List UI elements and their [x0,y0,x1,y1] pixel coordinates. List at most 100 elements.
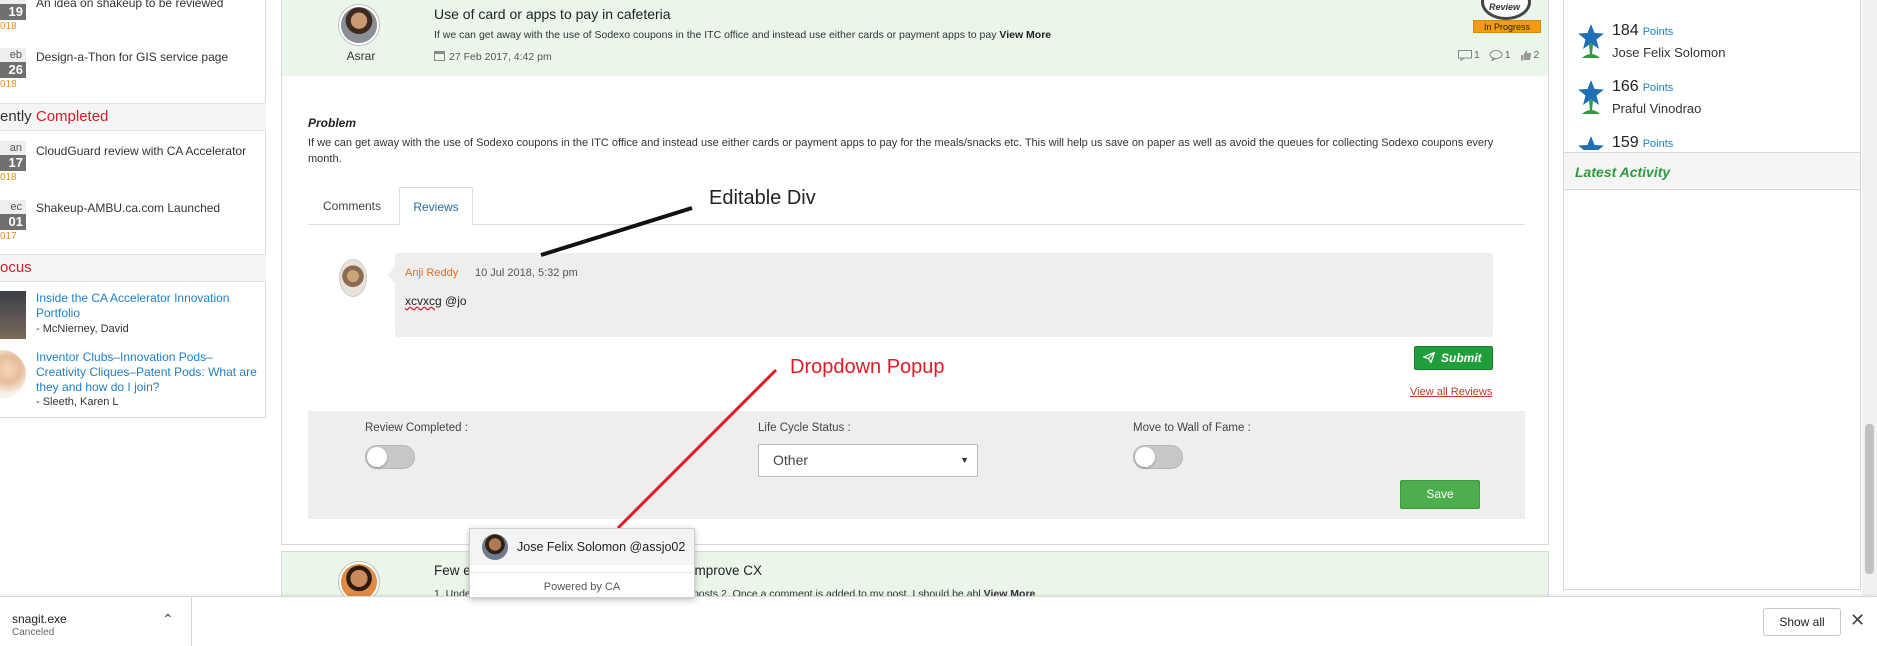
article-thumbnail [0,350,26,398]
wall-of-fame-toggle[interactable] [1133,445,1183,469]
focus-article[interactable]: Inside the CA Accelerator Innovation Por… [0,291,266,341]
author-name[interactable]: Asrar [339,49,383,63]
tab-comments[interactable]: Comments [308,187,396,225]
article-link[interactable]: Inside the CA Accelerator Innovation Por… [36,291,258,321]
comment-count-value: 1 [1474,49,1480,61]
submit-label: Submit [1441,351,1482,365]
upcoming-event[interactable]: eb 19 018 An idea on shakeup to be revie… [0,0,266,34]
rank-star-icon [1578,136,1604,150]
points-value: 159 Points [1612,134,1673,150]
date-month: an [0,141,26,155]
points-value: 184 Points [1612,22,1673,40]
article-link[interactable]: Inventor Clubs–Innovation Pods–Creativit… [36,350,258,395]
leaderboard-entry[interactable]: 184 Points Jose Felix Solomon [1564,20,1860,76]
mention-dropdown: Jose Felix Solomon @assjo02 Powered by C… [469,528,695,598]
wall-of-fame-label: Move to Wall of Fame : [1133,422,1251,434]
completed-event[interactable]: ec 01 017 Shakeup-AMBU.ca.com Launched [0,200,266,244]
event-title[interactable]: CloudGuard review with CA Accelerator [36,144,246,158]
download-status: Canceled [12,627,55,638]
post-header: Asrar Use of card or apps to pay in cafe… [282,0,1548,76]
review-tabs: Comments Reviews [308,187,1525,225]
upcoming-event[interactable]: eb 26 018 Design-a-Thon for GIS service … [0,48,266,92]
date-badge: eb 26 018 [0,48,26,91]
post-stats: 1 1 2 [1452,49,1539,64]
tab-reviews[interactable]: Reviews [399,187,473,225]
view-more-link[interactable]: View More [999,29,1051,41]
event-title[interactable]: Design-a-Thon for GIS service page [36,50,228,64]
date-day: 19 [0,4,26,20]
author-avatar[interactable] [339,5,379,45]
view-all-reviews-link[interactable]: View all Reviews [1410,386,1492,398]
right-sidebar: 184 Points Jose Felix Solomon 166 Points P… [1563,0,1861,590]
user-avatar [482,534,508,560]
points-number: 166 [1612,78,1639,95]
reviewer-avatar[interactable] [339,259,367,297]
date-badge: eb 19 018 [0,0,26,33]
latest-activity-title: Latest Activity [1575,164,1671,180]
review-editable-div[interactable]: xcvxcg @jo [405,294,1475,314]
stamp-word: Review [1489,2,1521,12]
leaderboard-entry[interactable]: 166 Points Praful Vinodrao [1564,76,1860,132]
title-start: Few e [434,563,471,578]
save-button[interactable]: Save [1400,480,1480,509]
date-month: eb [0,48,26,62]
show-all-button[interactable]: Show all [1763,608,1841,636]
problem-label: Problem [308,116,357,130]
chevron-up-icon[interactable]: ⌃ [162,611,174,628]
leader-name[interactable]: Jose Felix Solomon [1612,45,1725,60]
article-thumbnail [0,291,26,339]
points-number: 184 [1612,22,1639,39]
date-year: 018 [0,172,17,183]
dropdown-popup-annotation: Dropdown Popup [790,356,945,378]
comment-icon [1458,49,1472,61]
scrollbar-thumb[interactable] [1865,424,1874,574]
send-icon [1423,352,1435,363]
like-count[interactable]: 2 [1520,49,1540,61]
date-year: 018 [0,21,17,32]
post-title[interactable]: Use of card or apps to pay in cafeteria [434,6,671,22]
like-count-value: 2 [1533,49,1540,61]
rank-star-icon [1578,80,1604,114]
lifecycle-status-value: Other [773,452,809,468]
event-title[interactable]: An idea on shakeup to be reviewed [36,0,223,10]
calendar-icon [434,51,445,61]
leaderboard-entry[interactable]: 159 Points [1564,132,1860,150]
page: eb 19 018 An idea on shakeup to be revie… [0,0,1877,646]
focus-heading: ocus [0,254,266,282]
reviewer-name[interactable]: Anji Reddy [405,267,458,279]
date-year: 017 [0,231,17,242]
powered-by-label: Powered by CA [543,581,621,593]
event-title[interactable]: Shakeup-AMBU.ca.com Launched [36,201,220,215]
mention-option[interactable]: Jose Felix Solomon @assjo02 [470,529,694,565]
date-year: 018 [0,79,17,90]
review-count-value: 1 [1504,49,1511,61]
review-bubble-icon [1489,49,1503,61]
close-icon[interactable]: ✕ [1850,610,1865,631]
mention-query: @jo [441,294,467,308]
comment-count[interactable]: 1 [1458,49,1480,61]
date-day: 17 [0,155,26,171]
recently-completed-heading: ently Completed [0,103,266,131]
lifecycle-status-select[interactable]: Other ▼ [758,444,978,477]
review-completed-label: Review Completed : [365,422,468,434]
divider [470,572,694,573]
completed-event[interactable]: an 17 018 CloudGuard review with CA Acce… [0,141,266,185]
post-date-text: 27 Feb 2017, 4:42 pm [449,51,552,63]
left-sidebar: eb 19 018 An idea on shakeup to be revie… [0,0,266,418]
latest-activity-heading: Latest Activity [1564,152,1860,190]
review-timestamp: 10 Jul 2018, 5:32 pm [475,267,578,279]
download-item[interactable]: snagit.exe Canceled ⌃ [0,597,192,646]
date-month: ec [0,200,26,214]
chevron-down-icon: ▼ [960,455,969,465]
heading-prefix: ently [0,108,36,125]
review-completed-toggle[interactable] [365,445,415,469]
page-scrollbar[interactable] [1862,0,1877,596]
editable-div-annotation: Editable Div [709,187,816,209]
download-file-name[interactable]: snagit.exe [12,612,67,626]
review-count[interactable]: 1 [1489,49,1511,61]
submit-button[interactable]: Submit [1414,346,1493,370]
leader-name[interactable]: Praful Vinodrao [1612,101,1701,116]
article-author: - Sleeth, Karen L [36,396,119,408]
focus-article[interactable]: Inventor Clubs–Innovation Pods–Creativit… [0,350,266,412]
points-number: 159 [1612,134,1639,150]
